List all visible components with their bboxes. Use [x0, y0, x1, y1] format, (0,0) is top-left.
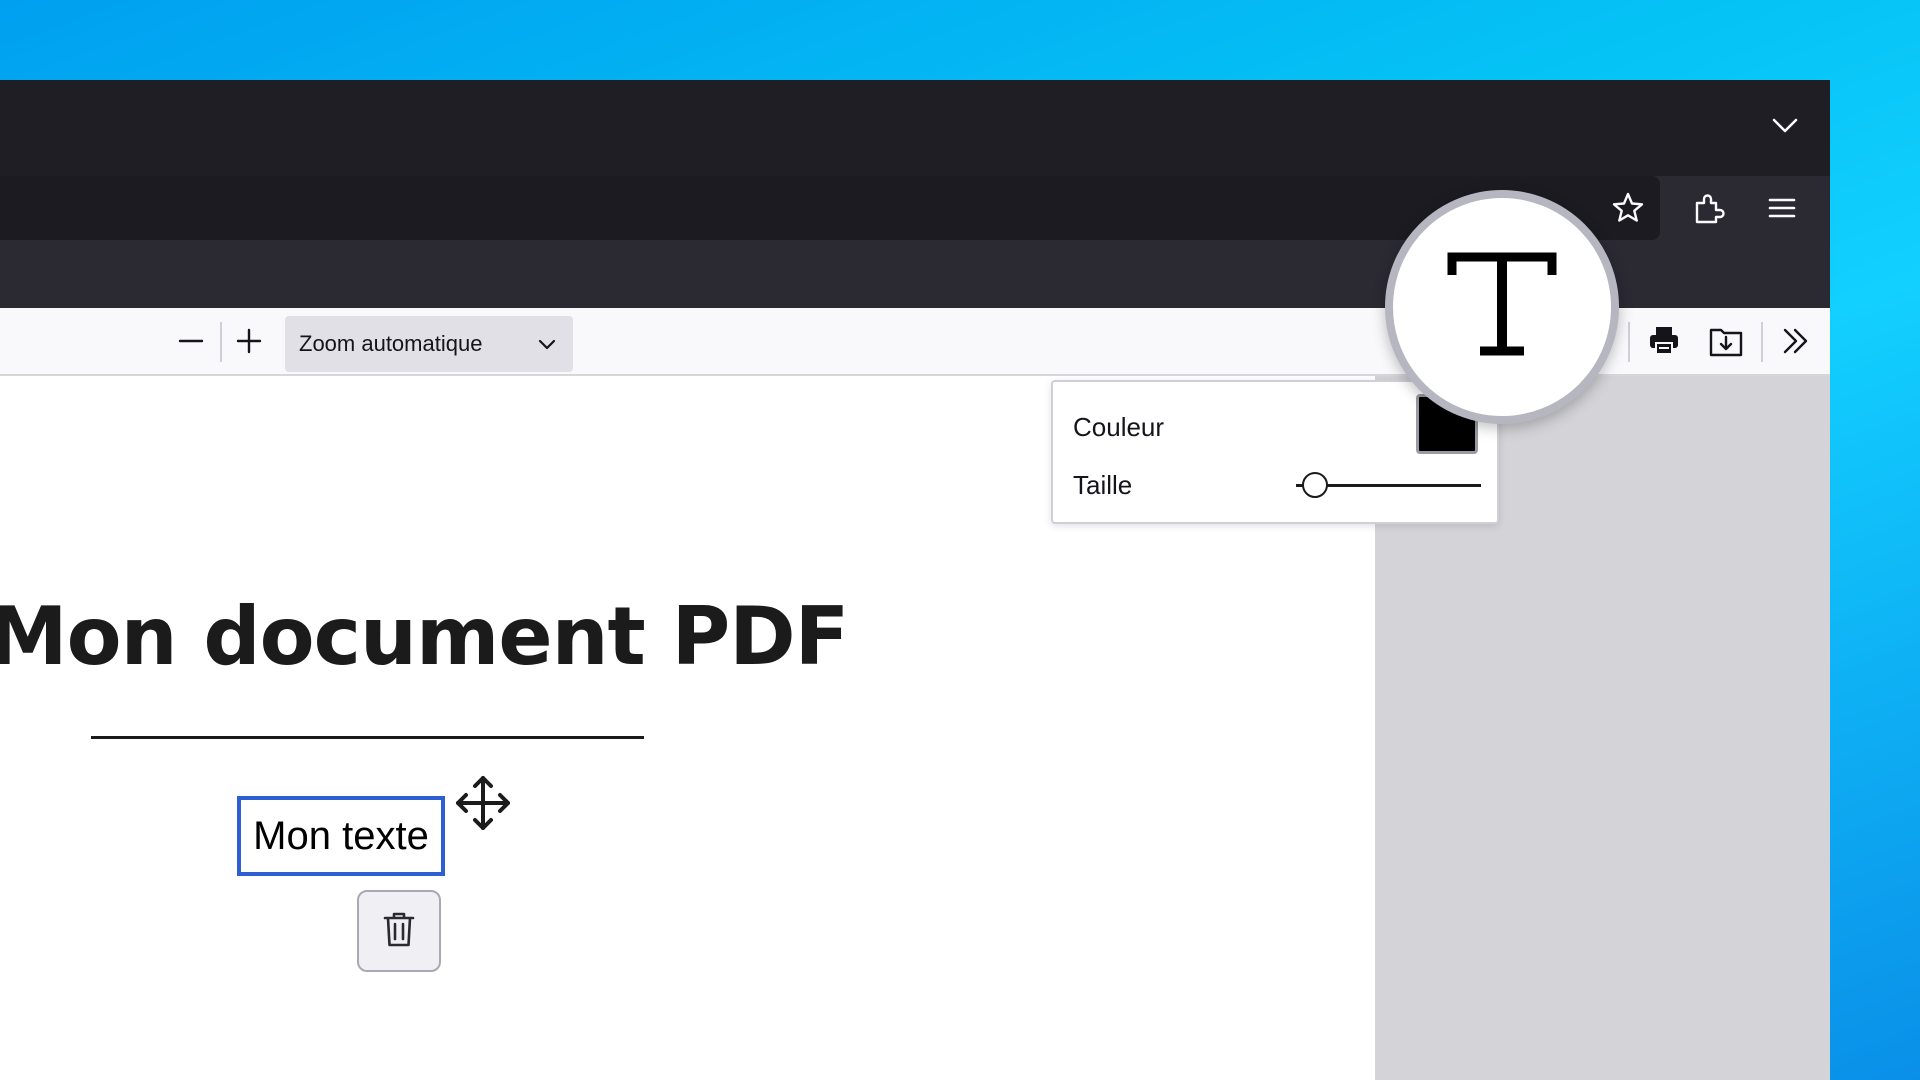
- color-label: Couleur: [1073, 412, 1165, 442]
- zoom-select[interactable]: Zoom automatique: [285, 316, 573, 372]
- chevron-down-icon[interactable]: [1770, 110, 1800, 140]
- printer-icon[interactable]: [1642, 320, 1686, 362]
- download-icon[interactable]: [1704, 320, 1748, 362]
- document-title: Mon document PDF: [0, 590, 849, 683]
- url-bar[interactable]: [0, 176, 1660, 240]
- minus-icon[interactable]: [169, 320, 213, 362]
- text-annotation-box[interactable]: Mon texte: [237, 796, 445, 876]
- chevron-down-icon: [535, 332, 559, 356]
- title-underline: [91, 736, 644, 739]
- text-editor-params-popup: Couleur Taille: [1051, 380, 1499, 524]
- plus-icon[interactable]: [227, 320, 271, 362]
- toolbar-separator: [1628, 322, 1630, 362]
- trash-icon: [381, 909, 417, 954]
- size-slider-thumb[interactable]: [1301, 472, 1328, 498]
- double-chevron-right-icon[interactable]: [1774, 320, 1818, 362]
- magnifier-callout: [1385, 190, 1619, 424]
- size-label: Taille: [1073, 470, 1133, 500]
- star-icon[interactable]: [1608, 188, 1648, 228]
- hamburger-menu-icon[interactable]: [1762, 188, 1802, 228]
- tab-strip: [0, 80, 1830, 168]
- delete-button[interactable]: [357, 890, 441, 972]
- move-icon[interactable]: [454, 774, 512, 832]
- puzzle-icon[interactable]: [1689, 188, 1729, 228]
- text-tool-icon: [1442, 245, 1562, 370]
- toolbar-separator: [1761, 322, 1763, 362]
- toolbar-separator: [220, 322, 222, 362]
- zoom-select-value: Zoom automatique: [299, 331, 483, 356]
